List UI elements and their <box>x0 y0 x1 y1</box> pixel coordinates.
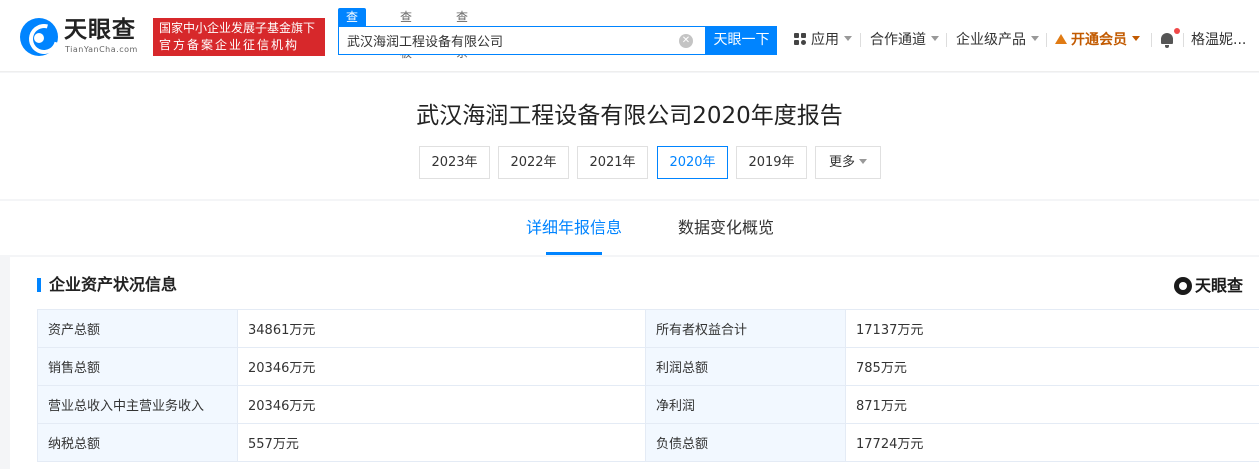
watermark-text: 天眼查 <box>1195 276 1244 295</box>
field-label: 营业总收入中主营业务收入 <box>37 385 238 424</box>
search-button[interactable]: 天眼一下 <box>706 26 777 55</box>
year-button-2020[interactable]: 2020年 <box>657 146 728 179</box>
tianyancha-watermark: 天眼查 <box>1174 275 1254 297</box>
chevron-down-icon <box>1132 36 1140 41</box>
field-label: 利润总额 <box>645 347 846 386</box>
bell-icon[interactable] <box>1160 32 1174 48</box>
field-value: 20346万元 <box>237 347 646 386</box>
active-tab-indicator <box>546 252 602 255</box>
nav-divider <box>1046 33 1047 47</box>
nav-enterprise[interactable]: 企业级产品 <box>956 30 1039 50</box>
field-label: 纳税总额 <box>37 423 238 462</box>
report-header: 武汉海润工程设备有限公司2020年度报告 2023年 2022年 2021年 2… <box>0 73 1259 199</box>
top-header: 天眼查 TianYanCha.com 国家中小企业发展子基金旗下 官方备案企业征… <box>0 0 1259 72</box>
badge-line-2: 官方备案企业征信机构 <box>159 38 300 52</box>
field-value: 871万元 <box>845 385 1259 424</box>
chevron-down-icon <box>1031 36 1039 41</box>
field-value: 557万元 <box>237 423 646 462</box>
tab-search-relation[interactable]: 查关系 <box>448 8 476 60</box>
official-badge: 国家中小企业发展子基金旗下 官方备案企业征信机构 <box>153 18 325 56</box>
year-button-2019[interactable]: 2019年 <box>736 146 807 179</box>
field-label: 净利润 <box>645 385 846 424</box>
year-button-2023[interactable]: 2023年 <box>419 146 490 179</box>
year-button-2021[interactable]: 2021年 <box>577 146 648 179</box>
section-accent-bar <box>37 278 41 292</box>
report-tabs: 详细年报信息 数据变化概览 <box>0 201 1259 255</box>
nav-apps-label: 应用 <box>811 32 839 48</box>
section-title: 企业资产状况信息 <box>49 275 178 294</box>
page-title: 武汉海润工程设备有限公司2020年度报告 <box>416 103 843 129</box>
table-row: 纳税总额 557万元 负债总额 17724万元 <box>37 423 1259 462</box>
asset-section: 企业资产状况信息 天眼查 资产总额 34861万元 所有者权益合计 17137万… <box>10 257 1259 469</box>
field-value: 17724万元 <box>845 423 1259 462</box>
nav-vip-label: 开通会员 <box>1071 32 1127 48</box>
nav-channel[interactable]: 合作通道 <box>870 30 939 50</box>
field-label: 销售总额 <box>37 347 238 386</box>
search-input[interactable] <box>339 27 675 54</box>
table-row: 营业总收入中主营业务收入 20346万元 净利润 871万元 <box>37 385 1259 424</box>
nav-apps[interactable]: 应用 <box>794 30 852 50</box>
chevron-down-icon <box>859 159 867 164</box>
nav-divider <box>946 33 947 47</box>
nav-vip[interactable]: 开通会员 <box>1055 30 1140 50</box>
tab-detail-report[interactable]: 详细年报信息 <box>526 217 622 239</box>
field-label: 所有者权益合计 <box>645 309 846 348</box>
logo-domain: TianYanCha.com <box>65 45 138 54</box>
chevron-down-icon <box>931 36 939 41</box>
notification-dot <box>1174 28 1180 34</box>
asset-table: 资产总额 34861万元 所有者权益合计 17137万元 销售总额 20346万… <box>37 309 1259 462</box>
user-menu[interactable]: 格温妮... <box>1191 30 1246 50</box>
year-button-2022[interactable]: 2022年 <box>498 146 569 179</box>
tab-search-boss[interactable]: 查老板 <box>392 8 420 60</box>
table-row: 资产总额 34861万元 所有者权益合计 17137万元 <box>37 309 1259 348</box>
nav-divider <box>1151 33 1152 47</box>
nav-divider <box>860 33 861 47</box>
tab-search-company[interactable]: 查公司 <box>338 8 367 60</box>
watermark-logo-icon <box>1174 277 1192 295</box>
chevron-down-icon <box>844 36 852 41</box>
field-value: 17137万元 <box>845 309 1259 348</box>
logo-name: 天眼查 <box>64 17 136 43</box>
search-box: ✕ <box>338 26 706 55</box>
nav-channel-label: 合作通道 <box>870 32 926 48</box>
field-label: 负债总额 <box>645 423 846 462</box>
badge-line-1: 国家中小企业发展子基金旗下 <box>159 21 316 35</box>
clear-search-icon[interactable]: ✕ <box>679 34 693 48</box>
site-logo[interactable]: 天眼查 TianYanCha.com <box>20 14 148 58</box>
field-value: 34861万元 <box>237 309 646 348</box>
tab-data-changes[interactable]: 数据变化概览 <box>678 217 774 239</box>
crown-icon <box>1055 34 1067 44</box>
nav-divider <box>1183 33 1184 47</box>
more-years-label: 更多 <box>828 155 855 170</box>
field-value: 20346万元 <box>237 385 646 424</box>
logo-mark-icon <box>20 18 58 56</box>
nav-enterprise-label: 企业级产品 <box>956 32 1026 48</box>
field-value: 785万元 <box>845 347 1259 386</box>
apps-grid-icon <box>794 33 806 45</box>
field-label: 资产总额 <box>37 309 238 348</box>
table-row: 销售总额 20346万元 利润总额 785万元 <box>37 347 1259 386</box>
more-years-dropdown[interactable]: 更多 <box>815 146 881 179</box>
